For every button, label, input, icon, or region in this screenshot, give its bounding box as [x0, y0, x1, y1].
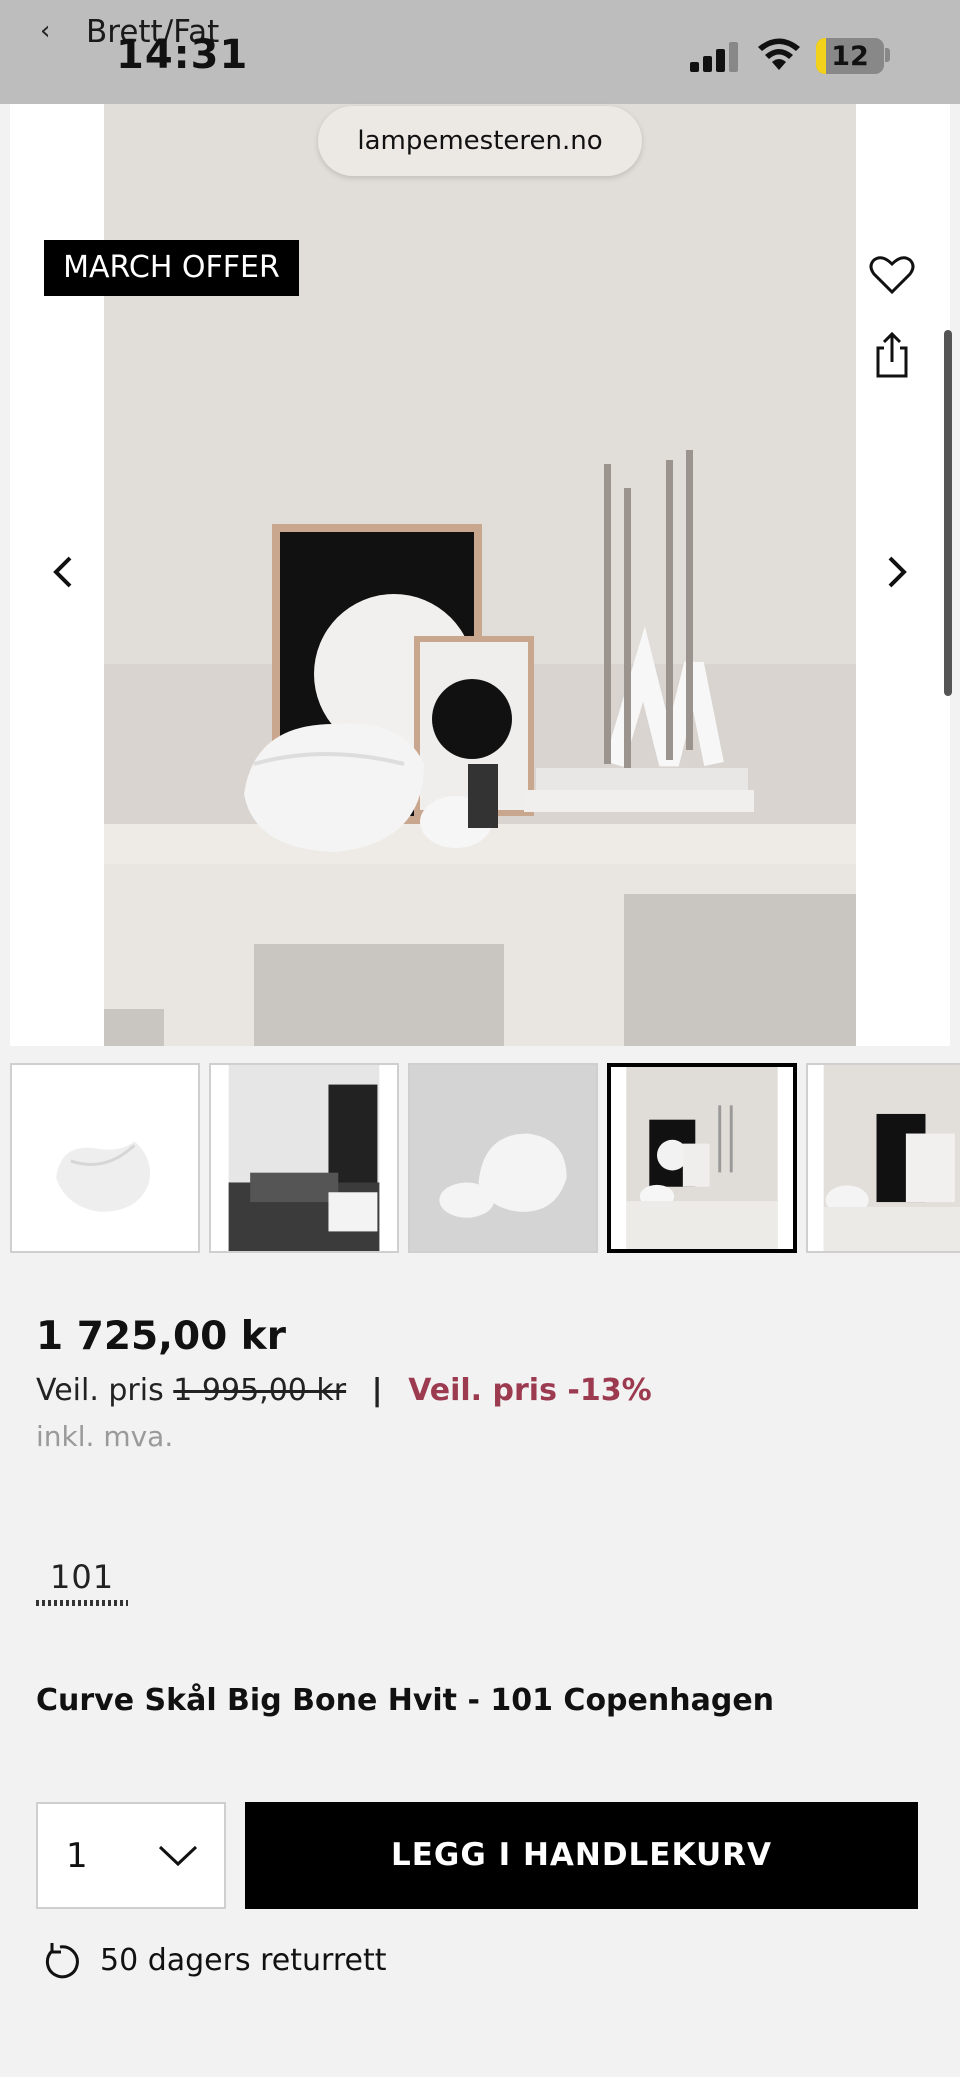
page-scrollbar[interactable] [944, 330, 952, 696]
veil-label: Veil. pris [36, 1373, 164, 1408]
thumbnail-5[interactable] [806, 1063, 960, 1253]
status-bar: ‹ Brett/Fat 14:31 12 [0, 0, 960, 104]
battery-level: 12 [831, 41, 869, 72]
thumbnail-1[interactable] [10, 1063, 200, 1253]
brand-logo[interactable]: 101 [50, 1558, 114, 1596]
quantity-select[interactable]: 1 [36, 1802, 226, 1909]
offer-badge: MARCH OFFER [44, 240, 299, 296]
chevron-down-icon [158, 1845, 198, 1867]
brand-logo-underline [36, 1600, 128, 1606]
thumbnail-4[interactable] [607, 1063, 797, 1253]
heart-icon[interactable] [862, 244, 922, 304]
product-gallery[interactable]: MARCH OFFER [10, 104, 950, 1046]
suggested-price-row: Veil. pris 1 995,00 kr | Veil. pris -13% [36, 1373, 652, 1408]
share-icon[interactable] [862, 326, 922, 386]
current-price: 1 725,00 kr [36, 1314, 286, 1359]
discount-label: Veil. pris -13% [408, 1373, 652, 1408]
battery-tip [885, 48, 890, 62]
quantity-value: 1 [66, 1836, 88, 1876]
cellular-signal-icon [690, 40, 740, 72]
thumbnail-3[interactable] [408, 1063, 598, 1253]
price-separator: | [371, 1373, 383, 1408]
returns-text: 50 dagers returrett [100, 1943, 387, 1978]
refresh-icon [45, 1943, 79, 1979]
thumbnail-2[interactable] [209, 1063, 399, 1253]
vat-note: inkl. mva. [36, 1420, 174, 1453]
wifi-icon [758, 38, 800, 70]
thumbnail-strip[interactable] [0, 1063, 960, 1254]
add-to-cart-button[interactable]: LEGG I HANDLEKURV [245, 1802, 918, 1909]
chevron-left-icon[interactable] [34, 542, 94, 602]
back-chevron-icon[interactable]: ‹ [40, 16, 50, 46]
product-title: Curve Skål Big Bone Hvit - 101 Copenhage… [36, 1683, 775, 1718]
clock: 14:31 [116, 32, 249, 78]
chevron-right-icon[interactable] [866, 542, 926, 602]
url-pill[interactable]: lampemesteren.no [318, 106, 642, 176]
old-price: 1 995,00 kr [173, 1373, 347, 1408]
battery-icon: 12 [816, 38, 884, 74]
